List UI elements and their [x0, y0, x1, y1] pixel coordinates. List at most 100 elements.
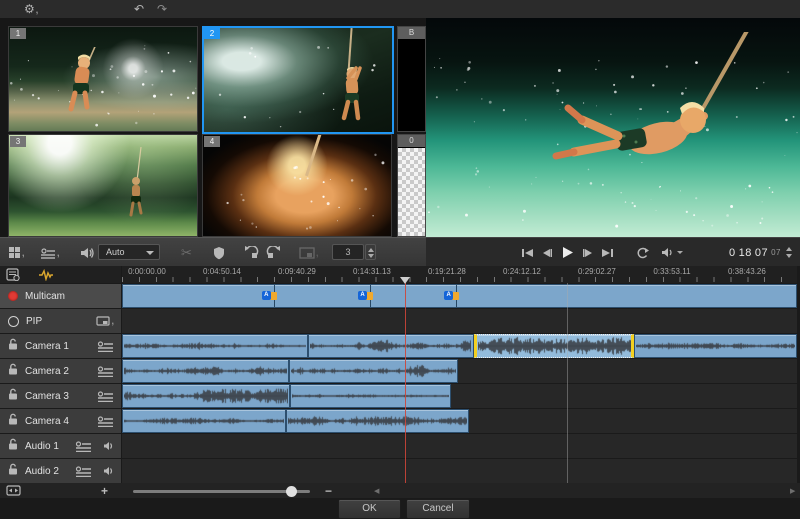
track-lane-camera4[interactable] — [122, 409, 797, 433]
lock-icon[interactable] — [8, 462, 18, 480]
track-options-icon[interactable] — [97, 340, 114, 352]
track-lane-audio1[interactable] — [122, 434, 797, 458]
dropdown-comma-icon: , — [111, 316, 114, 326]
rotate-left-button[interactable] — [243, 238, 259, 267]
audio-clip[interactable] — [308, 334, 474, 358]
transition-badge-blue[interactable]: A — [444, 291, 454, 300]
zero-source-badge: 0 — [398, 135, 425, 147]
fit-timeline-button[interactable] — [6, 483, 21, 498]
stepper-down-icon[interactable] — [367, 254, 374, 258]
zoom-slider-track[interactable] — [133, 490, 310, 493]
next-frame-button[interactable] — [583, 248, 593, 258]
lock-icon[interactable] — [8, 437, 18, 455]
cancel-button[interactable]: Cancel — [406, 499, 470, 519]
stepper-up-icon[interactable] — [367, 247, 374, 252]
loop-playback-button[interactable] — [636, 247, 649, 259]
audio-clip[interactable] — [122, 334, 309, 358]
zoom-slider-handle[interactable] — [286, 485, 297, 497]
previous-frame-button[interactable] — [542, 248, 552, 258]
track-header-camera1[interactable]: Camera 1 — [0, 334, 121, 358]
redo-icon[interactable]: ↷ — [157, 1, 167, 17]
audio-mode-dropdown[interactable]: Auto — [98, 244, 160, 260]
camera-thumbnail-2[interactable]: 2 — [202, 26, 394, 134]
transition-badge-blue[interactable]: A — [261, 291, 271, 300]
track-lane-camera1[interactable] — [122, 334, 797, 358]
track-header-audio2[interactable]: Audio 2 — [0, 459, 121, 483]
undo-icon[interactable]: ↶ — [134, 1, 144, 17]
multicam-editor-window: ⚙, ↶ ↷ 1 2 3 4 B 0 , , Auto ✂ , 3 0 18 0… — [0, 0, 800, 519]
go-to-start-button[interactable] — [522, 248, 533, 258]
scroll-right-icon[interactable]: ▶ — [790, 483, 795, 498]
track-options-icon[interactable] — [97, 365, 114, 377]
track-options-icon[interactable] — [75, 440, 92, 452]
audio-clip[interactable] — [634, 334, 797, 358]
track-header-multicam[interactable]: Multicam — [0, 284, 121, 308]
ok-button[interactable]: OK — [338, 499, 401, 519]
timeline-corner — [0, 266, 121, 283]
track-header-audio1[interactable]: Audio 1 — [0, 434, 121, 458]
track-header-pip[interactable]: PIP , — [0, 309, 121, 333]
rotate-right-button[interactable] — [266, 238, 282, 267]
audio-clip[interactable] — [288, 359, 459, 383]
play-button[interactable] — [561, 246, 574, 259]
audio-clip[interactable] — [290, 384, 451, 408]
waveform — [124, 336, 306, 356]
track-header-camera4[interactable]: Camera 4 — [0, 409, 121, 433]
audio-clip[interactable] — [122, 409, 287, 433]
track-lane-multicam[interactable]: AAA — [122, 284, 797, 308]
track-manager-icon[interactable] — [6, 266, 20, 283]
track-lane-audio2[interactable] — [122, 459, 797, 483]
track-header-camera3[interactable]: Camera 3 — [0, 384, 121, 408]
timecode-stepper[interactable] — [784, 245, 794, 261]
boy-figure — [341, 66, 362, 121]
split-clip-button[interactable]: ✂ — [181, 238, 192, 267]
track-options-icon[interactable] — [97, 390, 114, 402]
zoom-in-button[interactable]: + — [101, 483, 108, 498]
track-mute-speaker-icon[interactable] — [103, 466, 114, 476]
audio-clip[interactable] — [286, 409, 469, 433]
camera-thumbnail-1[interactable]: 1 — [8, 26, 198, 132]
blank-source-column[interactable]: B — [397, 26, 426, 132]
track-header-camera2[interactable]: Camera 2 — [0, 359, 121, 383]
split-frames-stepper[interactable] — [365, 244, 376, 260]
camera-thumbnail-3[interactable]: 3 — [8, 134, 198, 237]
transition-badge-blue[interactable]: A — [357, 291, 367, 300]
volume-button[interactable] — [661, 247, 683, 258]
scroll-left-icon[interactable]: ◀ — [374, 483, 379, 498]
pip-insert-button[interactable]: , — [299, 238, 319, 267]
multicam-clip[interactable]: AAA — [122, 284, 797, 308]
track-options-icon[interactable] — [75, 465, 92, 477]
zoom-out-button[interactable]: − — [325, 483, 332, 498]
source-options-button[interactable]: , — [40, 238, 60, 267]
chevron-down-icon — [677, 251, 683, 254]
audio-speaker-button[interactable] — [80, 238, 94, 267]
zero-source-column[interactable]: 0 — [397, 134, 426, 237]
track-lane-pip[interactable] — [122, 309, 797, 333]
lock-icon[interactable] — [8, 337, 18, 355]
lock-icon[interactable] — [8, 412, 18, 430]
playhead-handle[interactable] — [399, 277, 410, 284]
camera-number-badge: 1 — [10, 28, 26, 39]
audio-clip[interactable] — [122, 384, 291, 408]
selected-audio-clip[interactable] — [473, 334, 635, 358]
timeline-ruler[interactable]: 0:00:00.00 0:04:50.14 0:09:40.29 0:14:31.13… — [122, 266, 797, 284]
split-frames-field[interactable]: 3 — [332, 244, 364, 260]
grid-view-button[interactable]: , — [8, 238, 25, 267]
pip-select-ring-icon[interactable] — [8, 315, 19, 327]
camera-thumbnail-4[interactable]: 4 — [202, 134, 392, 237]
track-options-icon[interactable] — [97, 415, 114, 427]
audio-clip[interactable] — [122, 359, 289, 383]
track-row-camera2: Camera 2 — [0, 359, 800, 383]
track-lane-camera3[interactable] — [122, 384, 797, 408]
track-lane-camera2[interactable] — [122, 359, 797, 383]
go-to-end-button[interactable] — [602, 248, 613, 258]
timecode-display[interactable]: 0 18 07 07 — [729, 245, 794, 261]
lock-icon[interactable] — [8, 387, 18, 405]
lock-icon[interactable] — [8, 362, 18, 380]
proxy-shield-button[interactable] — [213, 238, 225, 267]
transport-bar: 0 18 07 07 — [426, 237, 800, 267]
settings-gear-icon[interactable]: ⚙, — [24, 1, 38, 18]
pip-layout-icon[interactable]: , — [96, 316, 114, 326]
audio-waveform-icon[interactable] — [38, 266, 54, 283]
track-mute-speaker-icon[interactable] — [103, 441, 114, 451]
